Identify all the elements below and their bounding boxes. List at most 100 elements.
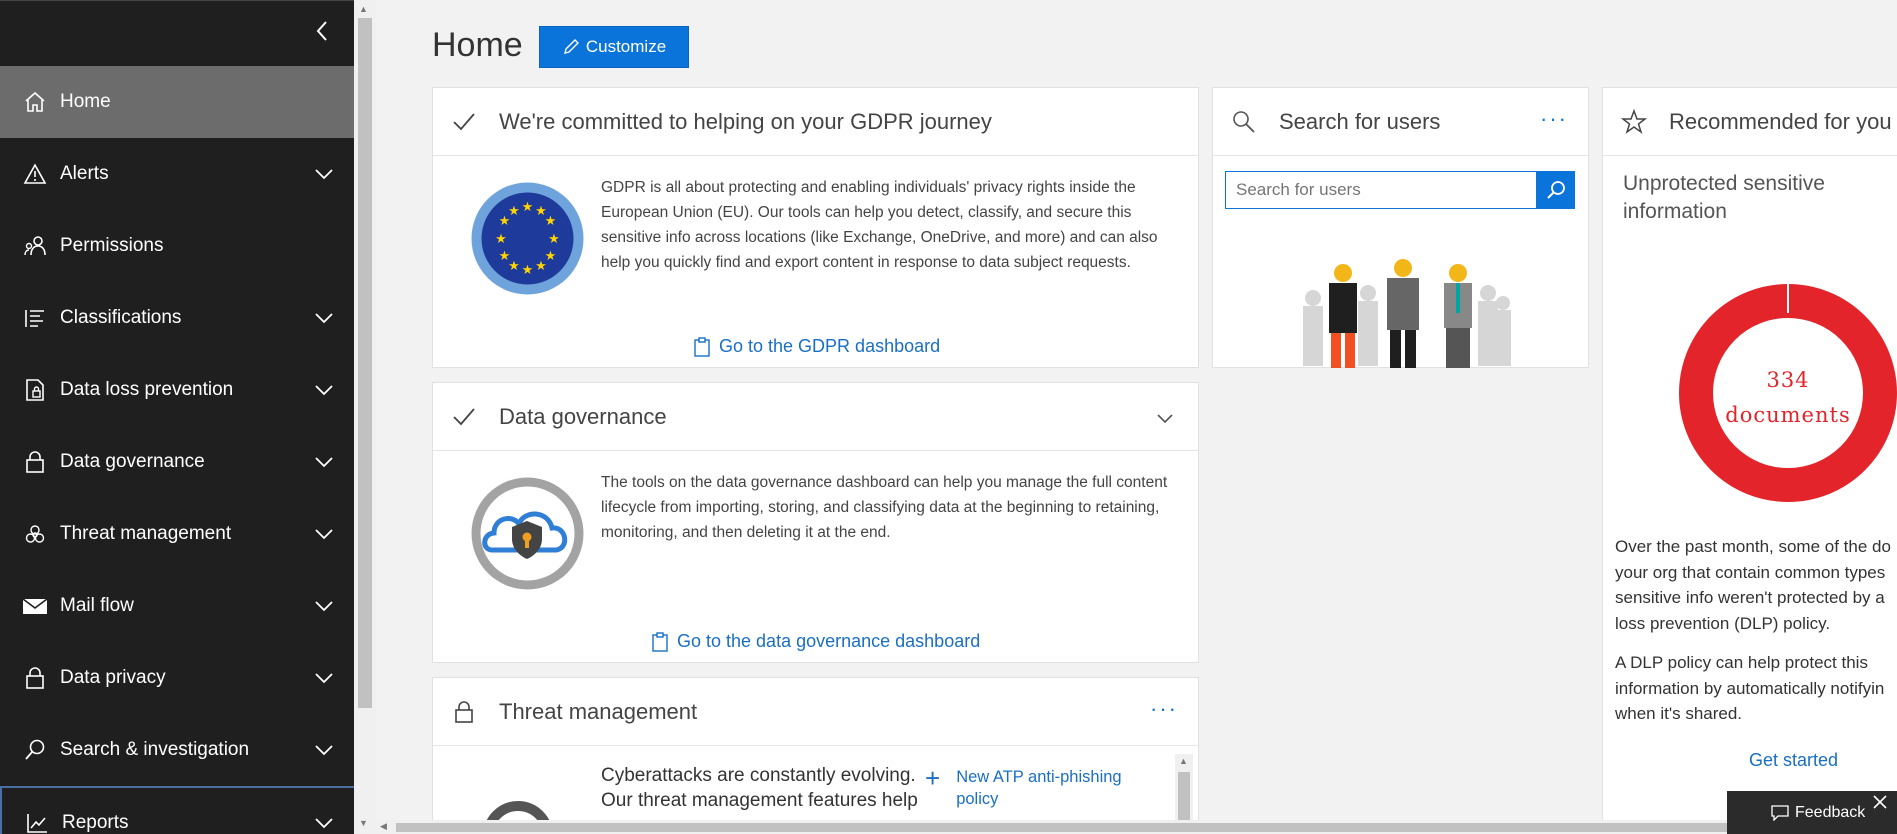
- svg-text:★: ★: [499, 249, 511, 264]
- document-unit: documents: [1725, 403, 1851, 427]
- chevron-down-icon: [315, 818, 333, 829]
- page-horizontal-scrollbar[interactable]: ◀: [376, 820, 1897, 834]
- donut-label: 334 documents: [1678, 363, 1897, 433]
- body-line: when it's shared.: [1615, 704, 1743, 723]
- close-icon[interactable]: [1871, 793, 1889, 811]
- page-title: Home: [432, 26, 523, 64]
- comment-icon: [1771, 804, 1789, 821]
- sidebar-item-label: Permissions: [60, 235, 164, 256]
- body-line: Over the past month, some of the do: [1615, 537, 1891, 556]
- people-illustration-icon: [1303, 259, 1511, 368]
- sidebar-item-label: Data privacy: [60, 667, 166, 688]
- home-icon: [22, 89, 48, 115]
- card-header: Recommended for you: [1603, 88, 1897, 156]
- collapse-nav-button[interactable]: [308, 17, 336, 45]
- link-label: New ATP anti-phishing policy: [956, 768, 1122, 808]
- chevron-down-icon: [315, 745, 333, 756]
- scrollbar-thumb[interactable]: [396, 823, 1897, 832]
- sidebar-item-home[interactable]: Home: [0, 66, 354, 138]
- card-title: Recommended for you: [1669, 108, 1892, 134]
- mail-icon: [22, 593, 48, 619]
- chevron-left-icon: [316, 21, 327, 41]
- sidebar-item-permissions[interactable]: Permissions: [0, 210, 354, 282]
- scrollbar-thumb[interactable]: [358, 18, 372, 708]
- svg-text:★: ★: [495, 232, 507, 247]
- chevron-down-icon: [315, 673, 333, 684]
- body-line: information by automatically notifyin: [1615, 678, 1885, 698]
- sidebar-item-search-investigation[interactable]: Search & investigation: [0, 714, 354, 786]
- svg-text:★: ★: [522, 200, 534, 215]
- plus-icon: +: [925, 763, 941, 793]
- customize-button[interactable]: Customize: [539, 26, 689, 68]
- body-line: your org that contain common types: [1615, 562, 1886, 582]
- lock-icon: [449, 697, 479, 727]
- chevron-down-icon: [315, 385, 333, 396]
- card-body-text: Cyberattacks are constantly evolving. Ou…: [601, 763, 921, 813]
- body-line: sensitive info weren't protected by a: [1615, 588, 1885, 607]
- card-body-text: GDPR is all about protecting and enablin…: [601, 179, 1158, 271]
- data-governance-dashboard-link[interactable]: Go to the data governance dashboard: [651, 631, 980, 652]
- gdpr-card: We're committed to helping on your GDPR …: [432, 87, 1199, 368]
- sidebar-item-data-privacy[interactable]: Data privacy: [0, 642, 354, 714]
- search-users-card: Search for users ···: [1212, 87, 1589, 368]
- sidebar-item-alerts[interactable]: Alerts: [0, 138, 354, 210]
- link-label: Go to the data governance dashboard: [677, 631, 981, 651]
- feedback-button[interactable]: Feedback: [1727, 791, 1897, 834]
- search-users-input[interactable]: [1225, 171, 1537, 209]
- sidebar-topbar: [0, 0, 354, 66]
- list-icon: [22, 305, 48, 331]
- search-icon: [1229, 107, 1259, 137]
- page-vertical-scrollbar[interactable]: ▲ ▼: [354, 0, 376, 834]
- lock-icon: [22, 665, 48, 691]
- card-title: Threat management: [499, 698, 698, 724]
- sidebar-item-label: Alerts: [60, 163, 109, 184]
- sidebar-item-threat-management[interactable]: Threat management: [0, 498, 354, 570]
- sidebar-item-label: Search & investigation: [60, 739, 250, 760]
- more-options-icon[interactable]: ···: [1150, 696, 1178, 722]
- search-submit-button[interactable]: [1537, 171, 1575, 209]
- pencil-icon: [563, 39, 579, 54]
- recommended-card: Recommended for you Unprotected sensitiv…: [1602, 87, 1897, 834]
- customize-label: Customize: [585, 37, 667, 56]
- sidebar-item-label: Classifications: [60, 307, 182, 328]
- lock-icon: [22, 449, 48, 475]
- card-subtitle: Unprotected sensitive information: [1623, 172, 1825, 223]
- card-title: Search for users: [1279, 108, 1441, 134]
- scroll-down-arrow-icon[interactable]: ▼: [359, 818, 368, 828]
- scroll-up-arrow-icon[interactable]: ▲: [1179, 756, 1188, 766]
- sidebar-item-data-governance[interactable]: Data governance: [0, 426, 354, 498]
- checkmark-icon: [449, 107, 479, 137]
- gdpr-dashboard-link[interactable]: Go to the GDPR dashboard: [693, 336, 940, 357]
- scroll-left-arrow-icon[interactable]: ◀: [380, 821, 387, 832]
- clipboard-icon: [652, 631, 668, 652]
- star-icon: [1619, 107, 1649, 137]
- sidebar-item-data-loss-prevention[interactable]: Data loss prevention: [0, 354, 354, 426]
- sidebar-item-label: Mail flow: [60, 595, 134, 616]
- threat-management-card: Threat management ··· Cyberattacks are c…: [432, 677, 1199, 834]
- sidebar-item-label: Threat management: [60, 523, 232, 544]
- more-options-icon[interactable]: ···: [1540, 106, 1568, 132]
- svg-text:★: ★: [522, 263, 534, 278]
- link-label: Go to the GDPR dashboard: [719, 336, 941, 356]
- sidebar-item-label: Data loss prevention: [60, 379, 234, 400]
- sidebar-item-classifications[interactable]: Classifications: [0, 282, 354, 354]
- card-header: Threat management ···: [433, 678, 1198, 746]
- chart-icon: [24, 810, 50, 834]
- svg-text:★: ★: [508, 204, 520, 219]
- body-line: Cyberattacks are constantly evolving.: [601, 765, 916, 786]
- card-body-text: Over the past month, some of the do your…: [1615, 534, 1897, 636]
- sidebar-item-mail-flow[interactable]: Mail flow: [0, 570, 354, 642]
- scroll-up-arrow-icon[interactable]: ▲: [359, 4, 368, 14]
- get-started-link[interactable]: Get started: [1749, 750, 1838, 771]
- body-line: Our threat management features help: [601, 790, 918, 811]
- sidebar-item-reports[interactable]: Reports: [0, 786, 354, 834]
- document-count: 334: [1766, 368, 1810, 392]
- chevron-down-icon[interactable]: [1154, 407, 1176, 429]
- new-atp-anti-phishing-policy-link[interactable]: + New ATP anti-phishing policy: [925, 763, 1146, 810]
- feedback-label: Feedback: [1795, 803, 1866, 821]
- clipboard-icon: [694, 336, 710, 357]
- chevron-down-icon: [315, 529, 333, 540]
- svg-text:★: ★: [548, 232, 560, 247]
- svg-text:★: ★: [535, 259, 547, 274]
- sidebar-item-label: Reports: [62, 812, 129, 833]
